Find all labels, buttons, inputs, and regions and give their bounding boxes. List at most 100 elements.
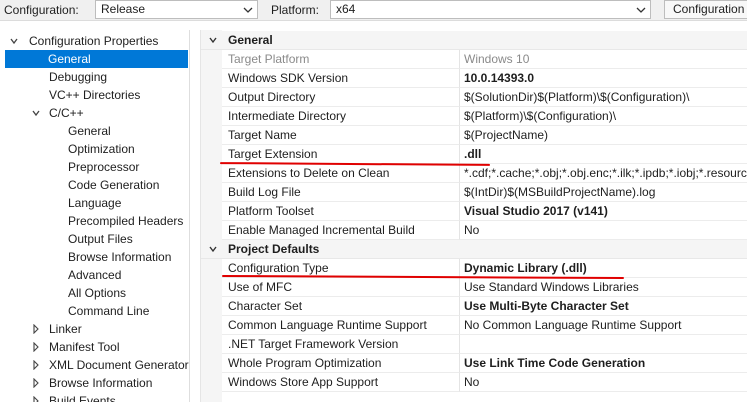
tree-item-preprocessor[interactable]: Preprocessor bbox=[0, 158, 189, 176]
tree-item-general[interactable]: General bbox=[5, 50, 188, 68]
property-value: Visual Studio 2017 (v141) bbox=[460, 202, 747, 221]
collapsed-arrow-icon bbox=[33, 324, 39, 334]
tree-item-manifest-tool[interactable]: Manifest Tool bbox=[0, 338, 189, 356]
configuration-value: Release bbox=[101, 2, 146, 16]
collapsed-arrow-icon bbox=[33, 360, 39, 370]
tree-item-label: Preprocessor bbox=[68, 160, 140, 174]
property-name: Enable Managed Incremental Build bbox=[222, 221, 460, 240]
tree-item-label: Manifest Tool bbox=[49, 340, 120, 354]
tree-item-label: Advanced bbox=[68, 268, 122, 282]
platform-label: Platform: bbox=[271, 3, 320, 17]
tree-item-xml-document-generator[interactable]: XML Document Generator bbox=[0, 356, 189, 374]
tree-item-output-files[interactable]: Output Files bbox=[0, 230, 189, 248]
property-name: Windows Store App Support bbox=[222, 373, 460, 392]
property-row-platform-toolset[interactable]: Platform Toolset Visual Studio 2017 (v14… bbox=[201, 202, 747, 221]
category-label: Project Defaults bbox=[228, 242, 320, 256]
tree-item-command-line[interactable]: Command Line bbox=[0, 302, 189, 320]
tree-item-precompiled-headers[interactable]: Precompiled Headers bbox=[0, 212, 189, 230]
tree-item-advanced[interactable]: Advanced bbox=[0, 266, 189, 284]
configuration-label: Configuration: bbox=[4, 3, 79, 17]
property-row-managed-incremental-build[interactable]: Enable Managed Incremental Build No bbox=[201, 221, 747, 240]
property-name: Target Extension bbox=[222, 145, 460, 164]
category-general[interactable]: General bbox=[201, 31, 747, 50]
tree-item-label: Code Generation bbox=[68, 178, 160, 192]
property-value: $(SolutionDir)$(Platform)\$(Configuratio… bbox=[460, 88, 747, 107]
property-value: .dll bbox=[460, 145, 747, 164]
tree-item-label: Optimization bbox=[68, 142, 135, 156]
collapsed-arrow-icon bbox=[33, 342, 39, 352]
property-row-build-log-file[interactable]: Build Log File $(IntDir)$(MSBuildProject… bbox=[201, 183, 747, 202]
tree-item-label: Command Line bbox=[68, 304, 150, 318]
property-value: Use Multi-Byte Character Set bbox=[460, 297, 747, 316]
property-row-output-directory[interactable]: Output Directory $(SolutionDir)$(Platfor… bbox=[201, 88, 747, 107]
property-value: $(IntDir)$(MSBuildProjectName).log bbox=[460, 183, 747, 202]
category-label: General bbox=[228, 33, 273, 47]
property-row-whole-program-optimization[interactable]: Whole Program Optimization Use Link Time… bbox=[201, 354, 747, 373]
tree-item-configuration-properties[interactable]: Configuration Properties bbox=[0, 32, 189, 50]
property-name: Windows SDK Version bbox=[222, 69, 460, 88]
chevron-down-icon bbox=[636, 7, 646, 13]
tree-item-build-events[interactable]: Build Events bbox=[0, 392, 189, 402]
property-name: Intermediate Directory bbox=[222, 107, 460, 126]
property-name: Extensions to Delete on Clean bbox=[222, 164, 460, 183]
property-name: .NET Target Framework Version bbox=[222, 335, 460, 354]
tree-item-label: C/C++ bbox=[49, 106, 84, 120]
property-row-clr-support[interactable]: Common Language Runtime Support No Commo… bbox=[201, 316, 747, 335]
collapsed-arrow-icon bbox=[33, 378, 39, 388]
tree-item-label: General bbox=[48, 52, 91, 66]
tree-item-linker[interactable]: Linker bbox=[0, 320, 189, 338]
tree-item-label: Browse Information bbox=[49, 376, 153, 390]
tree-item-vc-directories[interactable]: VC++ Directories bbox=[0, 86, 189, 104]
property-name: Target Name bbox=[222, 126, 460, 145]
property-value: 10.0.14393.0 bbox=[460, 69, 747, 88]
tree-item-label: Linker bbox=[49, 322, 82, 336]
property-value: Dynamic Library (.dll) bbox=[460, 259, 747, 278]
collapsed-arrow-icon bbox=[33, 396, 39, 402]
property-name: Target Platform bbox=[222, 50, 460, 69]
tree-item-label: Configuration Properties bbox=[29, 34, 159, 48]
property-row-windows-store-app-support[interactable]: Windows Store App Support No bbox=[201, 373, 747, 392]
platform-dropdown[interactable]: x64 bbox=[330, 0, 651, 19]
tree-item-label: General bbox=[68, 124, 111, 138]
configuration-dropdown[interactable]: Release bbox=[95, 0, 258, 19]
platform-value: x64 bbox=[336, 2, 356, 16]
tree-item-debugging[interactable]: Debugging bbox=[0, 68, 189, 86]
property-row-character-set[interactable]: Character Set Use Multi-Byte Character S… bbox=[201, 297, 747, 316]
tree-item-all-options[interactable]: All Options bbox=[0, 284, 189, 302]
tree-item-cpp-general[interactable]: General bbox=[0, 122, 189, 140]
property-name: Build Log File bbox=[222, 183, 460, 202]
property-row-target-extension[interactable]: Target Extension .dll bbox=[201, 145, 747, 164]
expanded-arrow-icon bbox=[10, 38, 18, 45]
tree-item-code-generation[interactable]: Code Generation bbox=[0, 176, 189, 194]
property-row-net-target-framework[interactable]: .NET Target Framework Version bbox=[201, 335, 747, 354]
property-name: Whole Program Optimization bbox=[222, 354, 460, 373]
tree-item-label: XML Document Generator bbox=[49, 358, 189, 372]
category-project-defaults[interactable]: Project Defaults bbox=[201, 240, 747, 259]
property-name: Platform Toolset bbox=[222, 202, 460, 221]
chevron-down-icon bbox=[243, 7, 253, 13]
tree-item-label: Language bbox=[68, 196, 122, 210]
property-value: Use Link Time Code Generation bbox=[460, 354, 747, 373]
property-row-extensions-to-delete[interactable]: Extensions to Delete on Clean *.cdf;*.ca… bbox=[201, 164, 747, 183]
property-row-intermediate-directory[interactable]: Intermediate Directory $(Platform)\$(Con… bbox=[201, 107, 747, 126]
property-row-target-name[interactable]: Target Name $(ProjectName) bbox=[201, 126, 747, 145]
tree-item-c-cpp[interactable]: C/C++ bbox=[0, 104, 189, 122]
property-value: Windows 10 bbox=[460, 50, 747, 69]
property-row-target-platform[interactable]: Target Platform Windows 10 bbox=[201, 50, 747, 69]
tree-item-browse-information-top[interactable]: Browse Information bbox=[0, 374, 189, 392]
configuration-manager-button[interactable]: Configuration bbox=[664, 0, 747, 19]
tree-item-browse-information[interactable]: Browse Information bbox=[0, 248, 189, 266]
property-row-use-of-mfc[interactable]: Use of MFC Use Standard Windows Librarie… bbox=[201, 278, 747, 297]
property-name: Common Language Runtime Support bbox=[222, 316, 460, 335]
property-tree: Configuration Properties General Debuggi… bbox=[0, 30, 190, 402]
tree-item-label: All Options bbox=[68, 286, 127, 300]
property-value: No Common Language Runtime Support bbox=[460, 316, 747, 335]
property-grid: General Target Platform Windows 10 Windo… bbox=[200, 30, 747, 402]
tree-item-optimization[interactable]: Optimization bbox=[0, 140, 189, 158]
property-row-windows-sdk-version[interactable]: Windows SDK Version 10.0.14393.0 bbox=[201, 69, 747, 88]
tree-item-language[interactable]: Language bbox=[0, 194, 189, 212]
property-value: $(ProjectName) bbox=[460, 126, 747, 145]
property-name: Output Directory bbox=[222, 88, 460, 107]
property-value bbox=[460, 335, 747, 354]
expanded-arrow-icon bbox=[32, 110, 40, 117]
